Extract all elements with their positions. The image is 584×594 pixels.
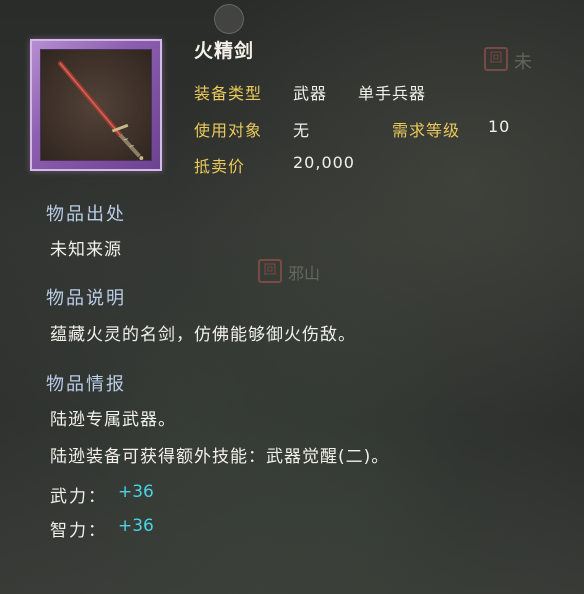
equip-subtype-value: 单手兵器 xyxy=(358,84,427,103)
item-icon-background xyxy=(40,49,152,161)
origin-text: 未知来源 xyxy=(50,240,122,260)
sword-icon xyxy=(57,61,144,160)
bonus-force-label: 武力： xyxy=(50,487,107,507)
user-value: 无 xyxy=(293,121,311,140)
bonus-intellect-value: +36 xyxy=(118,516,154,536)
map-marker-icon: 回 xyxy=(484,47,508,71)
info-line-1: 陆逊专属武器。 xyxy=(50,410,176,430)
user-label: 使用对象 xyxy=(194,121,263,140)
equip-type-value: 武器 xyxy=(293,84,328,103)
required-level-value: 10 xyxy=(488,117,511,136)
bonus-force-value: +36 xyxy=(118,482,154,502)
item-icon-frame xyxy=(30,39,162,171)
info-title: 物品情报 xyxy=(46,374,126,395)
info-line-2: 陆逊装备可获得额外技能：武器觉醒(二)。 xyxy=(50,447,390,467)
description-title: 物品说明 xyxy=(46,288,126,309)
sell-price-label: 抵卖价 xyxy=(194,157,246,176)
description-text: 蕴藏火灵的名剑，仿佛能够御火伤敌。 xyxy=(50,325,356,345)
map-location-label: 未 xyxy=(514,52,532,73)
origin-title: 物品出处 xyxy=(46,204,126,225)
compass-icon xyxy=(214,4,244,34)
item-name: 火精剑 xyxy=(194,40,255,62)
map-marker-icon: 回 xyxy=(258,259,282,283)
bonus-intellect-label: 智力： xyxy=(50,521,107,541)
equip-type-label: 装备类型 xyxy=(194,84,263,103)
required-level-label: 需求等级 xyxy=(392,121,461,140)
sell-price-value: 20,000 xyxy=(293,153,355,172)
map-location-label: 邪山 xyxy=(288,264,321,283)
